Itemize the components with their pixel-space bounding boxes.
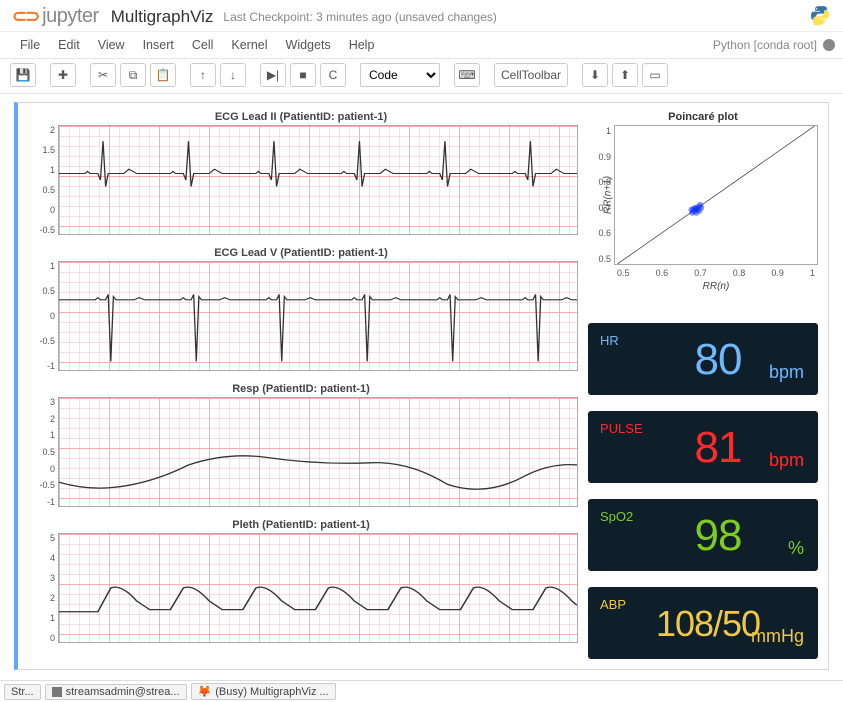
menu-kernel[interactable]: Kernel [231,38,267,52]
plot-ecg-lead-v: ECG Lead V (PatientID: patient-1) 10.50-… [24,247,578,371]
resp-waveform [59,398,577,506]
interrupt-button[interactable]: ■ [290,63,316,87]
run-button[interactable]: ▶| [260,63,286,87]
plot-title: ECG Lead II (PatientID: patient-1) [24,111,578,123]
paste-button[interactable]: 📋 [150,63,176,87]
y-ticks: 10.50-0.5-1 [25,261,55,371]
ecg-v-waveform [59,262,577,370]
notebook-header: ⊂⊃ jupyter MultigraphViz Last Checkpoint… [0,0,843,31]
taskbar-item[interactable]: Str... [4,684,41,700]
tile-pulse-unit: bpm [769,450,804,471]
python-icon [809,4,831,29]
tile-spo2-unit: % [788,538,804,559]
menu-edit[interactable]: Edit [58,38,80,52]
taskbar-item-terminal[interactable]: streamsadmin@strea... [45,684,187,700]
vitals-column: Poincaré plot RR(n+1) [588,111,818,659]
poincare-plot: Poincaré plot RR(n+1) [588,111,818,265]
kernel-busy-icon [823,39,835,51]
checkpoint-status: Last Checkpoint: 3 minutes ago (unsaved … [223,10,497,24]
tile-pulse: PULSE 81 bpm [588,411,818,483]
os-taskbar: Str... streamsadmin@strea... 🦊(Busy) Mul… [0,680,843,702]
taskbar-item-browser[interactable]: 🦊(Busy) MultigraphViz ... [191,683,336,700]
y-ticks: 21.510.50-0.5 [25,125,55,235]
menu-cell[interactable]: Cell [192,38,214,52]
plot-ecg-lead-ii: ECG Lead II (PatientID: patient-1) 21.51… [24,111,578,235]
jupyter-logo-icon: ⊂⊃ [12,6,38,27]
output-cell[interactable]: ECG Lead II (PatientID: patient-1) 21.51… [14,102,829,670]
menubar-row: File Edit View Insert Cell Kernel Widget… [0,31,843,59]
y-ticks: 543210 [25,533,55,643]
cell-type-select[interactable]: Code [360,63,440,87]
move-up-button[interactable]: ↑ [190,63,216,87]
poincare-yticks: 0.50.60.70.80.91 [593,126,611,264]
tile-hr-value: 80 [665,335,742,385]
notebook-area: ECG Lead II (PatientID: patient-1) 21.51… [0,94,843,680]
tile-spo2: SpO2 98 % [588,499,818,571]
tile-abp: ABP 108/50 mmHg [588,587,818,659]
tile-abp-label: ABP [600,597,626,612]
celltoolbar-button[interactable]: CellToolbar [494,63,568,87]
move-down-button[interactable]: ↓ [220,63,246,87]
plot-resp: Resp (PatientID: patient-1) 3210.50-0.5-… [24,383,578,507]
tile-hr-label: HR [600,333,619,348]
tile-spo2-label: SpO2 [600,509,633,524]
output-area: ECG Lead II (PatientID: patient-1) 21.51… [24,111,818,659]
poincare-canvas [615,126,817,264]
cut-button[interactable]: ✂ [90,63,116,87]
plot-pleth: Pleth (PatientID: patient-1) 543210 [24,519,578,643]
kernel-name[interactable]: Python [conda root] [713,38,817,52]
jupyter-logo[interactable]: ⊂⊃ jupyter [12,5,99,28]
tile-hr-unit: bpm [769,362,804,383]
menu-widgets[interactable]: Widgets [286,38,331,52]
plot-title: Pleth (PatientID: patient-1) [24,519,578,531]
plot-title: ECG Lead V (PatientID: patient-1) [24,247,578,259]
tile-abp-value: 108/50 [646,603,760,645]
jupyter-logo-text: jupyter [42,5,99,28]
save-button[interactable]: 💾 [10,63,36,87]
command-palette-button[interactable]: ⌨ [454,63,480,87]
tile-pulse-value: 81 [665,423,742,473]
waveform-column: ECG Lead II (PatientID: patient-1) 21.51… [24,111,578,659]
ecg-ii-waveform [59,126,577,234]
y-ticks: 3210.50-0.5-1 [25,397,55,507]
plot-title: Resp (PatientID: patient-1) [24,383,578,395]
pleth-waveform [59,534,577,642]
copy-button[interactable]: ⧉ [120,63,146,87]
tile-spo2-value: 98 [665,511,742,561]
poincare-xticks: 0.50.60.70.80.91 [615,268,817,278]
menubar: File Edit View Insert Cell Kernel Widget… [8,34,386,56]
menu-view[interactable]: View [98,38,125,52]
notebook-name[interactable]: MultigraphViz [111,7,214,27]
toolbar: 💾 ✚ ✂ ⧉ 📋 ↑ ↓ ▶| ■ C Code ⌨ CellToolbar … [0,59,843,94]
menu-help[interactable]: Help [349,38,375,52]
poincare-xlabel: RR(n) [615,281,817,292]
tile-abp-unit: mmHg [751,626,804,647]
tile-hr: HR 80 bpm [588,323,818,395]
terminal-icon [52,687,62,697]
share-button[interactable]: ⬆ [612,63,638,87]
insert-cell-button[interactable]: ✚ [50,63,76,87]
menu-insert[interactable]: Insert [143,38,174,52]
firefox-icon: 🦊 [198,685,212,698]
tile-pulse-label: PULSE [600,421,643,436]
restart-button[interactable]: C [320,63,346,87]
menu-file[interactable]: File [20,38,40,52]
poincare-title: Poincaré plot [588,111,818,123]
present-button[interactable]: ▭ [642,63,668,87]
download-button[interactable]: ⬇ [582,63,608,87]
